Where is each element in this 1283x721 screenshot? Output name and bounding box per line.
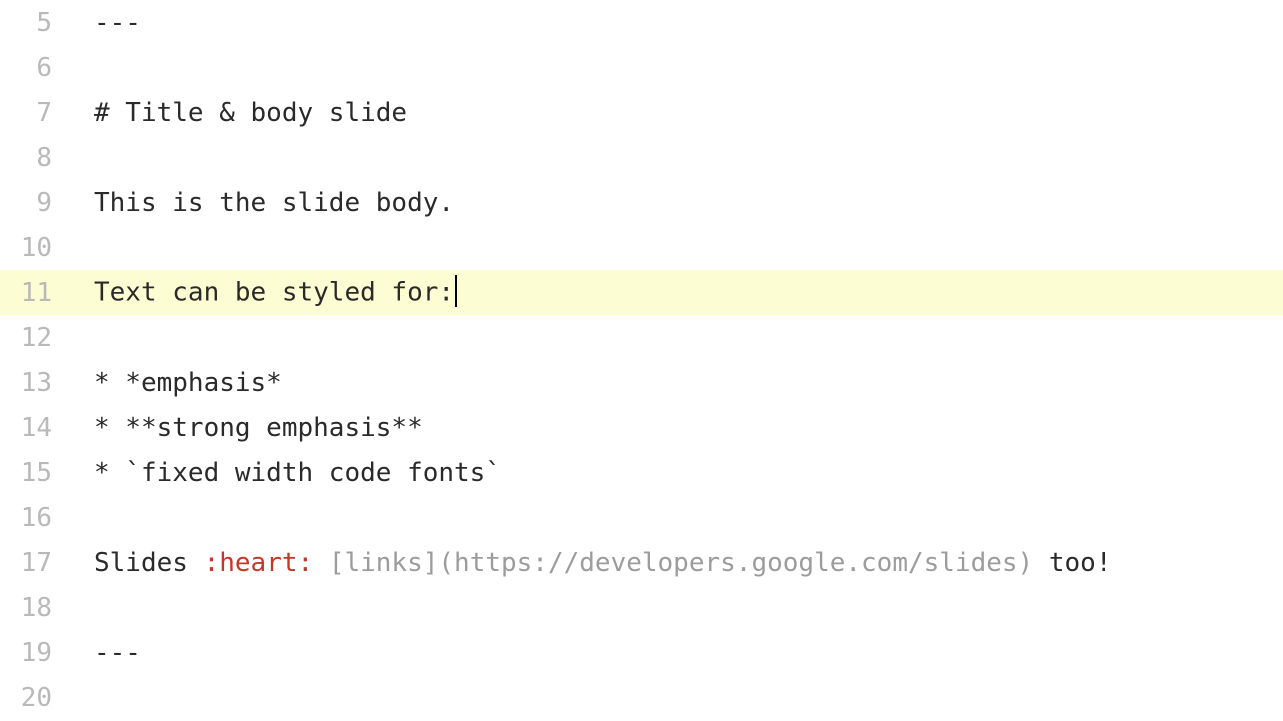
code-token: [links](https://developers.google.com/sl… — [329, 548, 1033, 578]
editor-line[interactable]: 5 --- — [0, 0, 1283, 45]
code-token: This is the slide body. — [94, 188, 454, 218]
line-content[interactable]: This is the slide body. — [70, 188, 1283, 218]
line-content[interactable]: --- — [70, 8, 1283, 38]
editor-line[interactable]: 13 * *emphasis* — [0, 360, 1283, 405]
editor-line[interactable]: 15 * `fixed width code fonts` — [0, 450, 1283, 495]
code-token: Slides — [94, 548, 204, 578]
code-token: --- — [94, 8, 141, 38]
line-content[interactable]: Text can be styled for: — [70, 277, 1283, 309]
editor-line[interactable]: 12 — [0, 315, 1283, 360]
editor-line[interactable]: 17Slides :heart: [links](https://develop… — [0, 540, 1283, 585]
code-token: --- — [94, 638, 141, 668]
line-number: 6 — [0, 53, 70, 83]
editor-line[interactable]: 8 — [0, 135, 1283, 180]
line-number: 17 — [0, 548, 70, 578]
editor-line[interactable]: 18 — [0, 585, 1283, 630]
code-token: * `fixed width code fonts` — [94, 458, 501, 488]
line-number: 20 — [0, 683, 70, 713]
line-number: 10 — [0, 233, 70, 263]
editor-line[interactable]: 6 — [0, 45, 1283, 90]
line-content[interactable]: # Title & body slide — [70, 98, 1283, 128]
editor-line[interactable]: 7 # Title & body slide — [0, 90, 1283, 135]
code-token: :heart: — [204, 548, 314, 578]
editor-line[interactable]: 16 — [0, 495, 1283, 540]
line-number: 19 — [0, 638, 70, 668]
text-cursor — [455, 275, 457, 307]
code-editor[interactable]: 5 --- 6 7 # Title & body slide 8 9 This is the … — [0, 0, 1283, 721]
line-number: 12 — [0, 323, 70, 353]
code-token — [313, 548, 329, 578]
line-number: 8 — [0, 143, 70, 173]
code-token: Text can be styled for: — [94, 277, 454, 307]
line-number: 14 — [0, 413, 70, 443]
code-token: * **strong emphasis** — [94, 413, 423, 443]
line-number: 16 — [0, 503, 70, 533]
line-content[interactable]: * `fixed width code fonts` — [70, 458, 1283, 488]
line-number: 13 — [0, 368, 70, 398]
line-content[interactable]: --- — [70, 638, 1283, 668]
line-number: 9 — [0, 188, 70, 218]
code-token: # Title & body slide — [94, 98, 407, 128]
editor-line[interactable]: 19 --- — [0, 630, 1283, 675]
line-number: 7 — [0, 98, 70, 128]
line-number: 18 — [0, 593, 70, 623]
line-content[interactable]: * *emphasis* — [70, 368, 1283, 398]
editor-line[interactable]: 11 Text can be styled for: — [0, 270, 1283, 315]
editor-line[interactable]: 14 * **strong emphasis** — [0, 405, 1283, 450]
code-token: too! — [1033, 548, 1111, 578]
line-number: 15 — [0, 458, 70, 488]
editor-line[interactable]: 10 — [0, 225, 1283, 270]
line-number: 11 — [0, 278, 70, 308]
code-token: * *emphasis* — [94, 368, 282, 398]
line-content[interactable]: * **strong emphasis** — [70, 413, 1283, 443]
line-content[interactable]: Slides :heart: [links](https://developer… — [70, 548, 1283, 578]
editor-line[interactable]: 20 — [0, 675, 1283, 720]
line-number: 5 — [0, 8, 70, 38]
editor-line[interactable]: 9 This is the slide body. — [0, 180, 1283, 225]
